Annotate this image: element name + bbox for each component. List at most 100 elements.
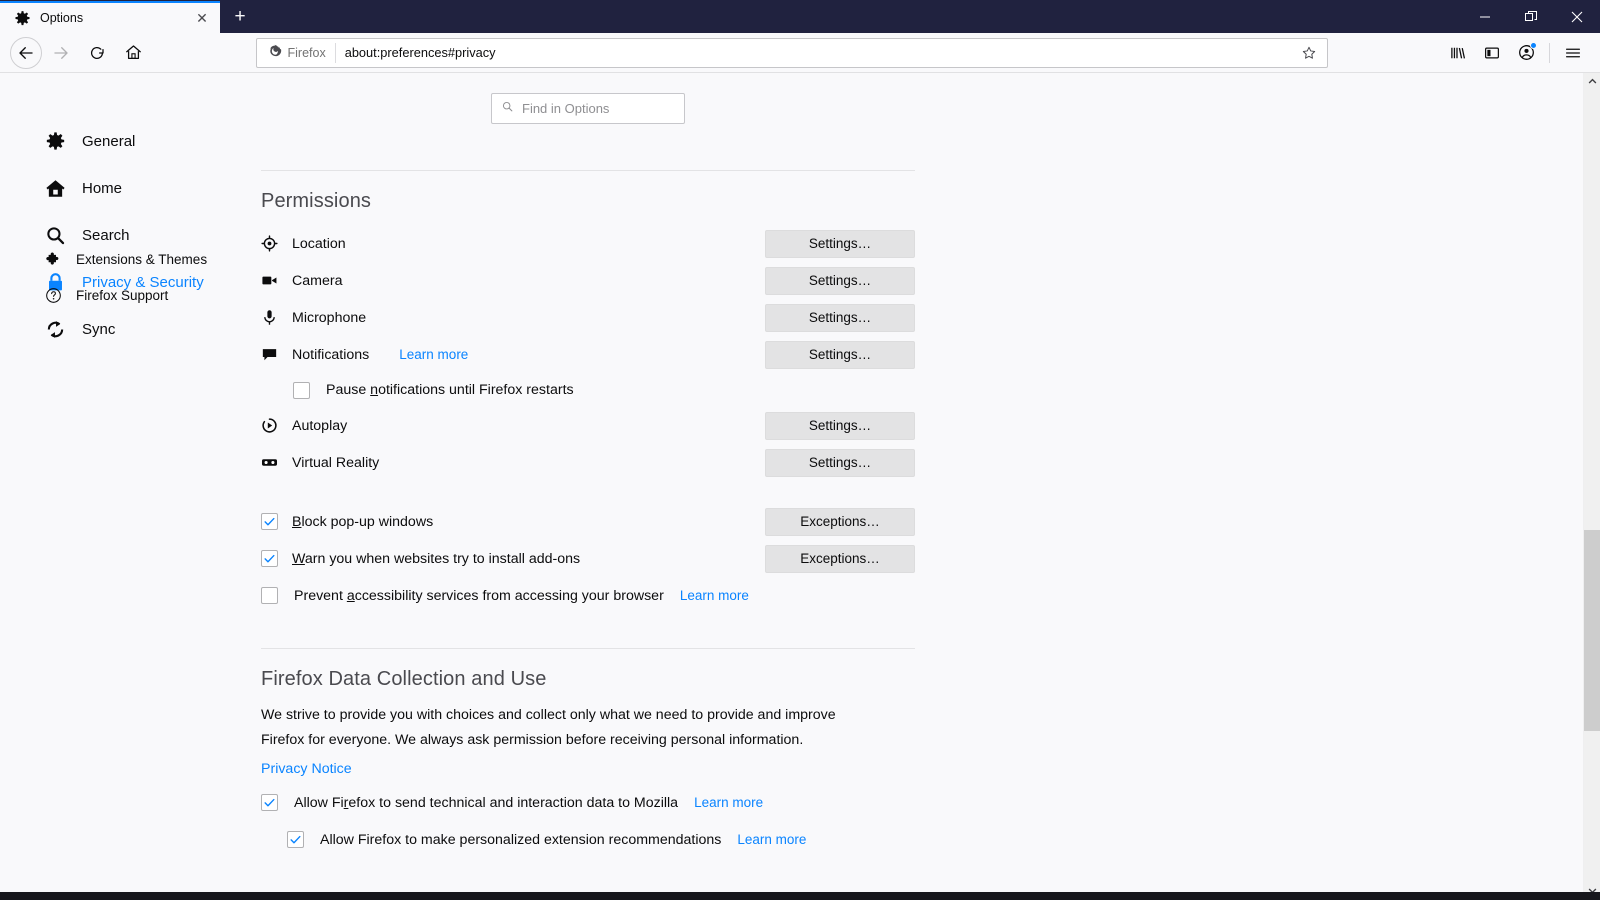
prevent-accessibility-checkbox[interactable] <box>261 587 278 604</box>
hamburger-menu-icon[interactable] <box>1556 36 1590 70</box>
sidebar-item-sync[interactable]: Sync <box>0 306 240 353</box>
permission-label: Camera <box>292 272 343 289</box>
extension-recommendations-learn-more-link[interactable]: Learn more <box>737 832 806 847</box>
close-icon[interactable] <box>1554 0 1600 33</box>
pause-notifications-row: Pause notifications until Firefox restar… <box>261 373 915 407</box>
home-icon <box>44 178 66 200</box>
browser-tab-options[interactable]: Options ✕ <box>0 1 220 33</box>
library-icon[interactable] <box>1441 36 1475 70</box>
warn-addons-checkbox[interactable] <box>261 550 278 567</box>
location-icon <box>261 235 278 252</box>
pause-notifications-checkbox[interactable] <box>293 381 310 399</box>
block-popups-exceptions-button[interactable]: Exceptions… <box>765 507 915 536</box>
sidebar-footer-label: Firefox Support <box>76 287 169 303</box>
telemetry-learn-more-link[interactable]: Learn more <box>694 795 763 810</box>
autoplay-settings-button[interactable]: Settings… <box>765 411 915 440</box>
identity-box[interactable]: Firefox <box>257 42 336 63</box>
prevent-accessibility-learn-more-link[interactable]: Learn more <box>680 588 749 603</box>
location-settings-button[interactable]: Settings… <box>765 229 915 258</box>
telemetry-row: Allow Firefox to send technical and inte… <box>261 784 915 821</box>
close-tab-icon[interactable]: ✕ <box>192 8 212 28</box>
button-label: Exceptions… <box>800 514 880 529</box>
scroll-up-arrow-icon[interactable] <box>1584 73 1600 90</box>
warn-addons-exceptions-button[interactable]: Exceptions… <box>765 544 915 573</box>
forward-icon[interactable] <box>44 36 78 70</box>
new-tab-button[interactable]: + <box>221 1 259 33</box>
account-icon[interactable] <box>1509 36 1543 70</box>
url-text[interactable]: about:preferences#privacy <box>345 45 1297 60</box>
sidebar-item-extensions-themes[interactable]: Extensions & Themes <box>0 241 240 277</box>
telemetry-label: Allow Firefox to send technical and inte… <box>294 794 679 811</box>
telemetry-checkbox[interactable] <box>261 794 278 811</box>
vertical-scrollbar[interactable] <box>1583 73 1600 899</box>
window-controls <box>1462 0 1600 33</box>
permissions-heading: Permissions <box>261 190 372 212</box>
find-in-options-container: Find in Options <box>261 73 915 124</box>
data-collection-heading: Firefox Data Collection and Use <box>261 668 547 690</box>
prevent-accessibility-row: Prevent accessibility services from acce… <box>261 577 915 614</box>
sidebar-item-label: Home <box>82 180 123 197</box>
star-icon[interactable] <box>1297 41 1321 65</box>
sidebar-item-firefox-support[interactable]: Firefox Support <box>0 277 240 313</box>
autoplay-icon <box>261 417 278 434</box>
restore-icon[interactable] <box>1508 0 1554 33</box>
sidebar-item-label: General <box>82 133 136 150</box>
button-label: Settings… <box>808 418 872 433</box>
camera-icon <box>261 272 278 289</box>
preferences-page: General Home Search Privacy & Security S <box>0 73 1600 899</box>
scrollbar-thumb[interactable] <box>1584 530 1600 731</box>
extension-recommendations-row: Allow Firefox to make personalized exten… <box>261 821 915 858</box>
permission-row-location: Location Settings… <box>261 225 915 262</box>
question-icon <box>44 286 62 304</box>
sidebar-item-home[interactable]: Home <box>0 165 240 212</box>
reload-icon[interactable] <box>80 36 114 70</box>
permission-label: Autoplay <box>292 417 348 434</box>
sidebar-item-general[interactable]: General <box>0 118 240 165</box>
prevent-accessibility-label: Prevent accessibility services from acce… <box>294 587 664 604</box>
home-icon[interactable] <box>116 36 150 70</box>
extension-recommendations-checkbox[interactable] <box>287 831 304 848</box>
account-badge <box>1530 41 1537 49</box>
toolbar-right-actions <box>1441 36 1590 70</box>
gear-icon <box>14 10 31 27</box>
scrollbar-track[interactable] <box>1584 90 1600 882</box>
sidebar-icon[interactable] <box>1475 36 1509 70</box>
button-label: Exceptions… <box>800 551 880 566</box>
block-popups-label: Block pop-up windows <box>292 513 434 530</box>
scroll-area: General Home Search Privacy & Security S <box>0 73 1600 899</box>
permission-row-autoplay: Autoplay Settings… <box>261 407 915 444</box>
toolbar-separator <box>1549 42 1550 63</box>
extension-recommendations-label: Allow Firefox to make personalized exten… <box>320 831 722 848</box>
vr-icon <box>261 454 278 471</box>
firefox-logo-icon <box>267 43 282 63</box>
puzzle-icon <box>44 250 62 268</box>
block-popups-row: Block pop-up windows Exceptions… <box>261 503 915 540</box>
sync-icon <box>44 319 66 341</box>
permission-label: Location <box>292 235 346 252</box>
search-input[interactable]: Find in Options <box>491 93 685 124</box>
virtual-reality-settings-button[interactable]: Settings… <box>765 448 915 477</box>
sidebar-footer-label: Extensions & Themes <box>76 251 208 267</box>
button-label: Settings… <box>808 236 872 251</box>
warn-addons-row: Warn you when websites try to install ad… <box>261 540 915 577</box>
title-bar: Options ✕ + <box>0 0 1600 33</box>
back-icon[interactable] <box>10 36 42 69</box>
pause-notifications-label: Pause notifications until Firefox restar… <box>326 382 574 398</box>
address-bar-container: Firefox about:preferences#privacy <box>152 37 1431 68</box>
block-popups-checkbox[interactable] <box>261 513 278 530</box>
notifications-learn-more-link[interactable]: Learn more <box>399 347 468 362</box>
permission-row-microphone: Microphone Settings… <box>261 299 915 336</box>
data-collection-description: We strive to provide you with choices an… <box>261 707 836 748</box>
notifications-settings-button[interactable]: Settings… <box>765 340 915 369</box>
button-label: Settings… <box>808 455 872 470</box>
address-bar[interactable]: Firefox about:preferences#privacy <box>255 37 1328 68</box>
minimize-icon[interactable] <box>1462 0 1508 33</box>
bottom-bar <box>0 892 1600 900</box>
section-divider <box>261 170 915 171</box>
warn-addons-label: Warn you when websites try to install ad… <box>292 550 581 567</box>
microphone-settings-button[interactable]: Settings… <box>765 303 915 332</box>
privacy-notice-link[interactable]: Privacy Notice <box>261 761 352 777</box>
permission-row-virtual-reality: Virtual Reality Settings… <box>261 444 915 481</box>
button-label: Settings… <box>808 273 872 288</box>
camera-settings-button[interactable]: Settings… <box>765 266 915 295</box>
